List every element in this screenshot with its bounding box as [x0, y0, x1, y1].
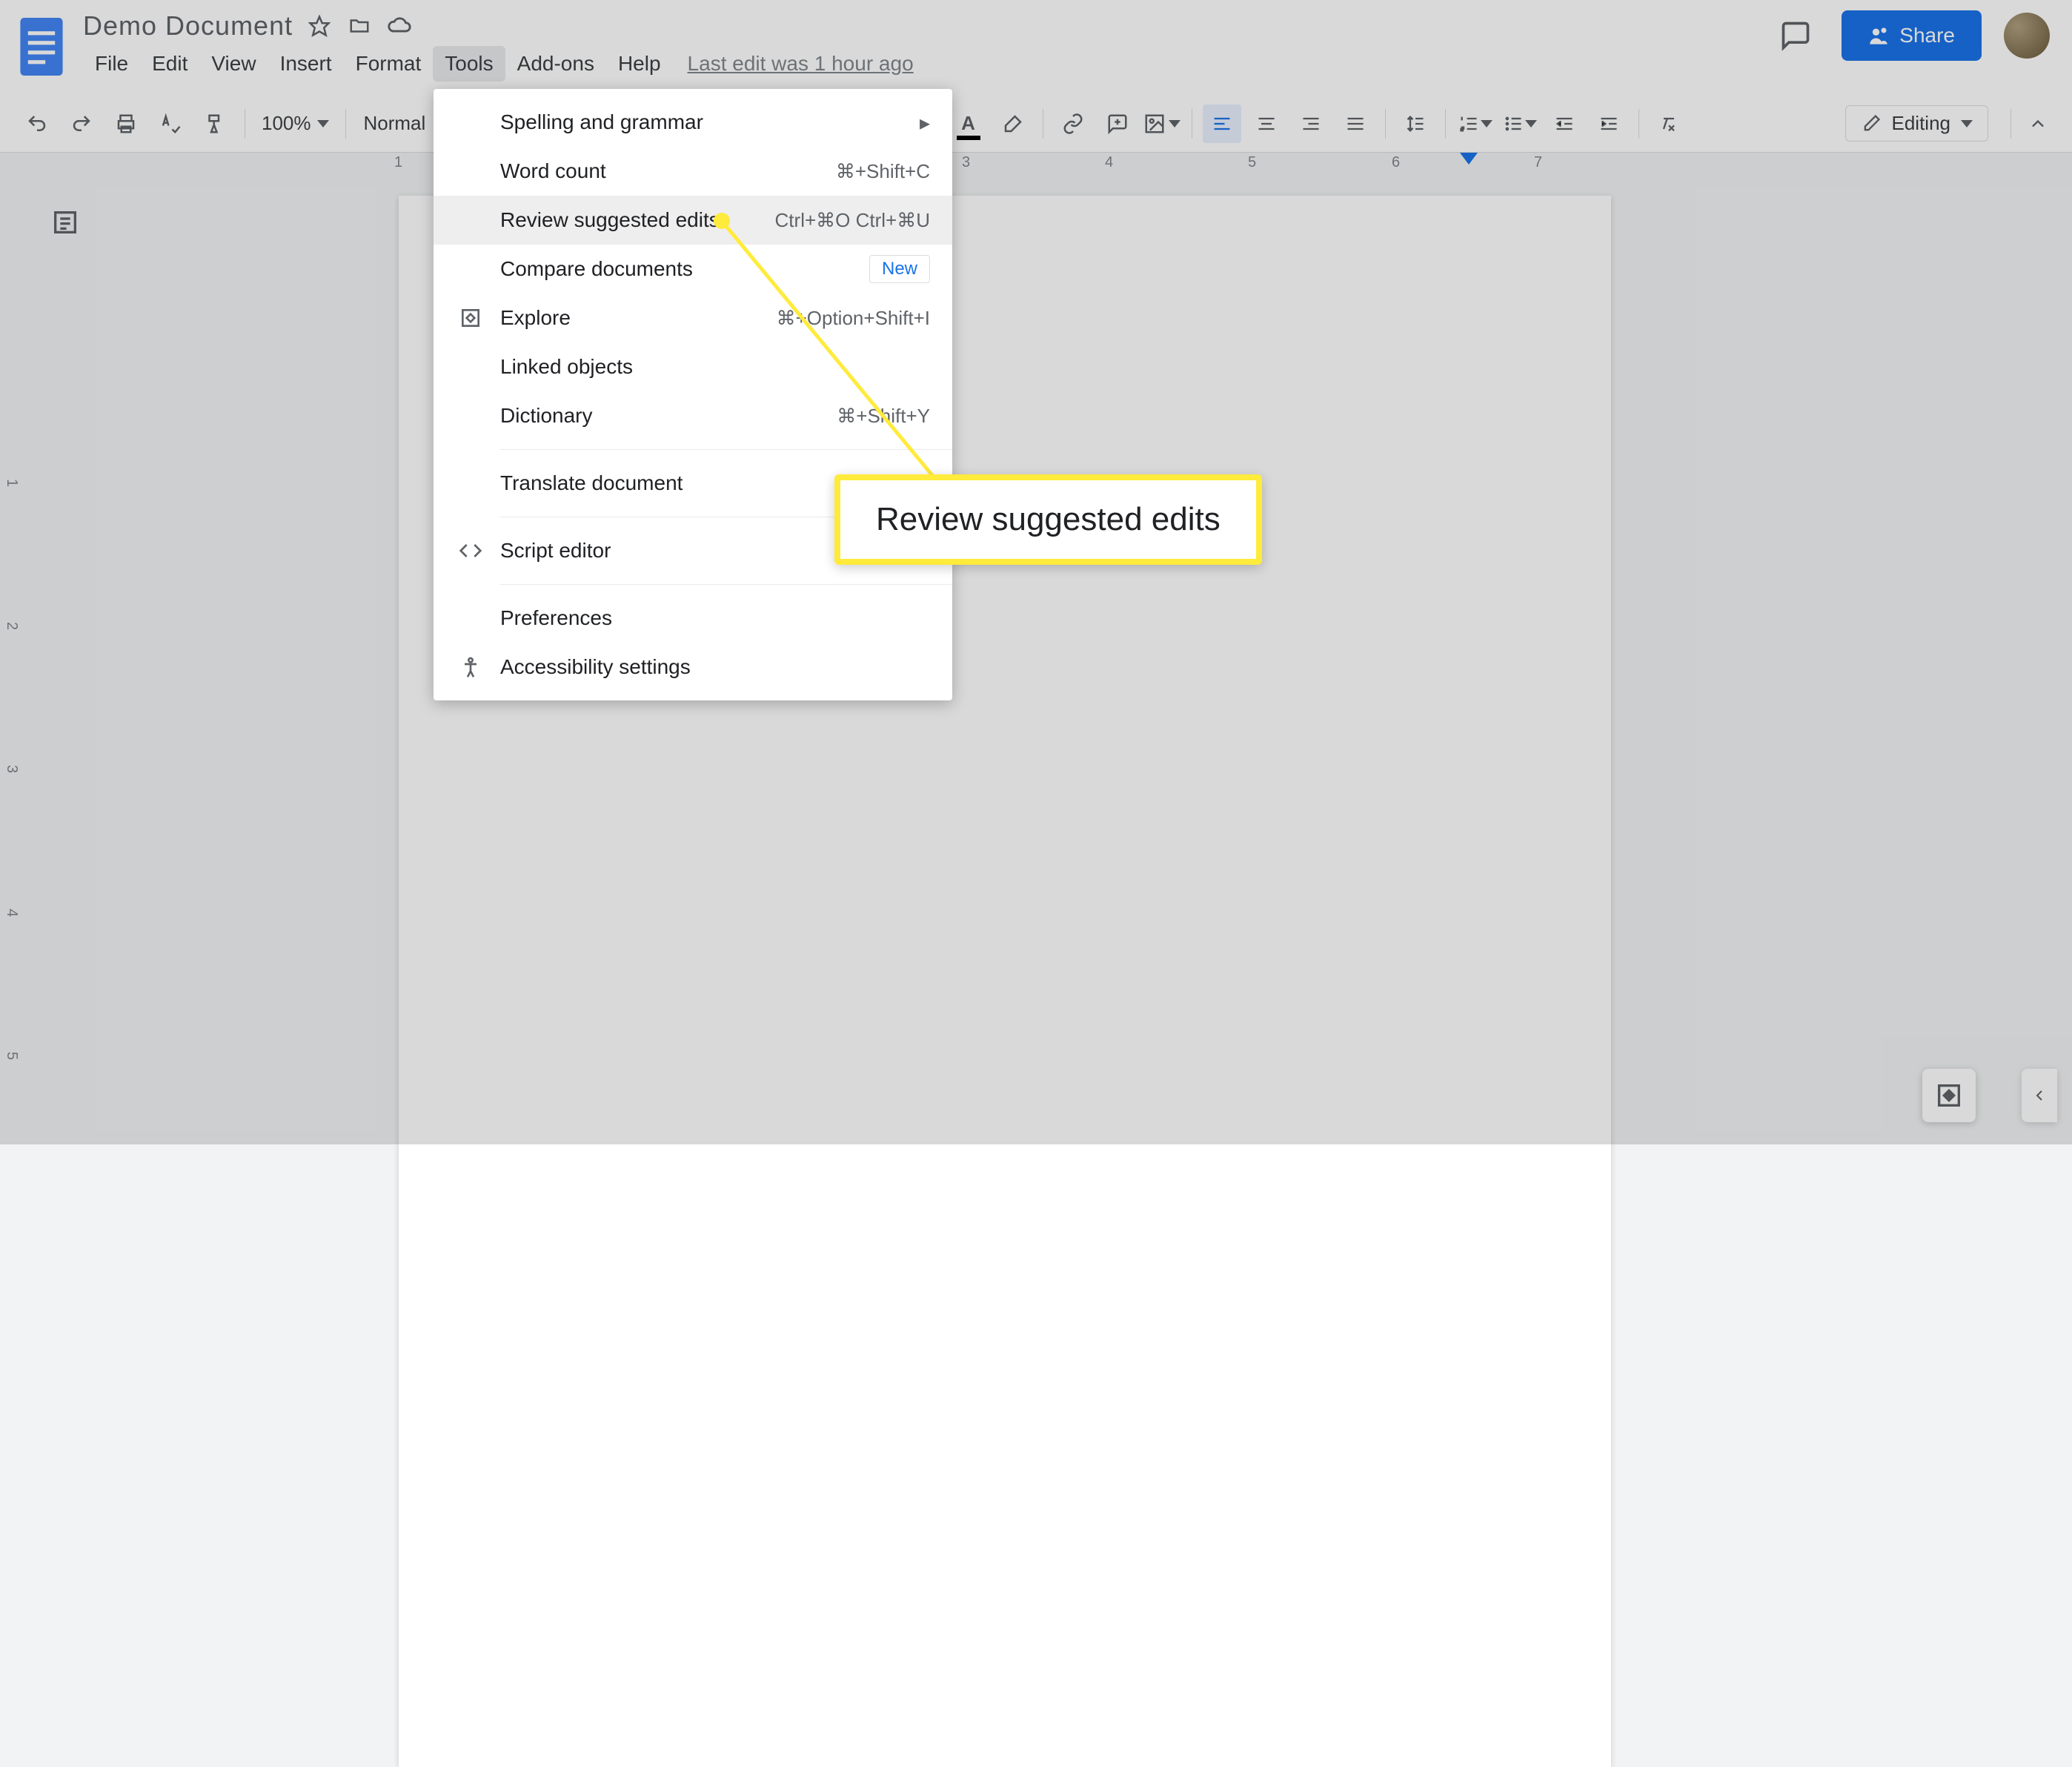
share-button[interactable]: Share — [1842, 10, 1982, 61]
text-color-button[interactable]: A — [949, 105, 988, 143]
horizontal-ruler[interactable]: 1 3 4 5 6 7 — [0, 153, 2072, 175]
menu-help[interactable]: Help — [606, 46, 673, 82]
menu-linked-objects[interactable]: Linked objects — [434, 342, 952, 391]
toolbar: 100% Normal A Editing — [0, 95, 2072, 153]
new-badge: New — [869, 255, 930, 283]
menu-dictionary[interactable]: Dictionary ⌘+Shift+Y — [434, 391, 952, 440]
bulleted-list-button[interactable] — [1501, 105, 1539, 143]
menu-explore[interactable]: Explore ⌘+Option+Shift+I — [434, 294, 952, 342]
titlebar: Demo Document File Edit View Insert Form… — [0, 0, 2072, 95]
callout-box: Review suggested edits — [834, 474, 1262, 565]
menu-format[interactable]: Format — [344, 46, 434, 82]
align-center-button[interactable] — [1247, 105, 1286, 143]
comments-button[interactable] — [1772, 12, 1819, 59]
title-row: Demo Document — [83, 10, 1772, 42]
highlight-color-button[interactable] — [994, 105, 1032, 143]
menu-divider — [500, 449, 952, 450]
spellcheck-button[interactable] — [151, 105, 190, 143]
menu-review-suggested-edits[interactable]: Review suggested edits Ctrl+⌘O Ctrl+⌘U — [434, 196, 952, 245]
format-paint-button[interactable] — [196, 105, 234, 143]
menu-view[interactable]: View — [199, 46, 268, 82]
accessibility-icon — [456, 652, 485, 682]
separator — [2010, 109, 2011, 139]
menu-insert[interactable]: Insert — [268, 46, 344, 82]
paragraph-style-select[interactable]: Normal — [353, 112, 442, 135]
script-icon — [456, 536, 485, 566]
menu-accessibility-settings[interactable]: Accessibility settings — [434, 643, 952, 692]
menu-file[interactable]: File — [83, 46, 140, 82]
menu-spelling-grammar[interactable]: Spelling and grammar ▸ — [434, 98, 952, 147]
line-spacing-button[interactable] — [1396, 105, 1435, 143]
toolbar-right: Editing — [1845, 105, 2058, 143]
star-icon[interactable] — [306, 13, 333, 39]
canvas-area: 1 2 3 4 5 — [0, 175, 2072, 1144]
menu-preferences[interactable]: Preferences — [434, 594, 952, 643]
header-right: Share — [1772, 10, 2050, 61]
share-label: Share — [1899, 24, 1955, 47]
clear-formatting-button[interactable] — [1650, 105, 1688, 143]
numbered-list-button[interactable] — [1456, 105, 1495, 143]
account-avatar[interactable] — [2004, 13, 2050, 59]
explore-fab[interactable] — [1922, 1069, 1976, 1122]
explore-icon — [456, 303, 485, 333]
separator — [1445, 109, 1446, 139]
print-button[interactable] — [107, 105, 145, 143]
separator — [1385, 109, 1386, 139]
insert-link-button[interactable] — [1054, 105, 1092, 143]
chevron-down-icon — [317, 120, 329, 127]
menu-divider — [500, 584, 952, 585]
editing-mode-button[interactable]: Editing — [1845, 105, 1989, 142]
menu-compare-documents[interactable]: Compare documents New — [434, 245, 952, 294]
menu-addons[interactable]: Add-ons — [505, 46, 606, 82]
chevron-down-icon — [1169, 120, 1181, 127]
cloud-icon[interactable] — [386, 13, 413, 39]
last-edit-link[interactable]: Last edit was 1 hour ago — [688, 46, 914, 82]
side-panel-toggle[interactable] — [2022, 1069, 2057, 1122]
document-title[interactable]: Demo Document — [83, 10, 293, 42]
tools-menu-dropdown: Spelling and grammar ▸ Word count ⌘+Shif… — [434, 89, 952, 700]
menu-word-count[interactable]: Word count ⌘+Shift+C — [434, 147, 952, 196]
right-indent-marker[interactable] — [1460, 153, 1478, 165]
submenu-arrow-icon: ▸ — [920, 110, 930, 135]
insert-image-button[interactable] — [1143, 105, 1181, 143]
align-right-button[interactable] — [1292, 105, 1330, 143]
vertical-ruler[interactable]: 1 2 3 4 5 — [0, 175, 21, 1144]
title-area: Demo Document File Edit View Insert Form… — [83, 10, 1772, 82]
document-outline-button[interactable] — [44, 202, 86, 243]
align-left-button[interactable] — [1203, 105, 1241, 143]
undo-button[interactable] — [18, 105, 56, 143]
docs-home-icon[interactable] — [15, 10, 68, 83]
align-justify-button[interactable] — [1336, 105, 1375, 143]
chevron-down-icon — [1525, 120, 1537, 127]
menu-edit[interactable]: Edit — [140, 46, 199, 82]
separator — [1638, 109, 1639, 139]
menu-tools[interactable]: Tools — [433, 46, 505, 82]
separator — [345, 109, 346, 139]
zoom-select[interactable]: 100% — [253, 112, 338, 135]
redo-button[interactable] — [62, 105, 101, 143]
decrease-indent-button[interactable] — [1545, 105, 1584, 143]
menubar: File Edit View Insert Format Tools Add-o… — [83, 46, 1772, 82]
callout-dot — [714, 213, 730, 229]
move-icon[interactable] — [346, 13, 373, 39]
insert-comment-button[interactable] — [1098, 105, 1137, 143]
increase-indent-button[interactable] — [1590, 105, 1628, 143]
chevron-down-icon — [1481, 120, 1492, 127]
chevron-down-icon — [1961, 120, 1973, 127]
collapse-toolbar-button[interactable] — [2019, 105, 2057, 143]
